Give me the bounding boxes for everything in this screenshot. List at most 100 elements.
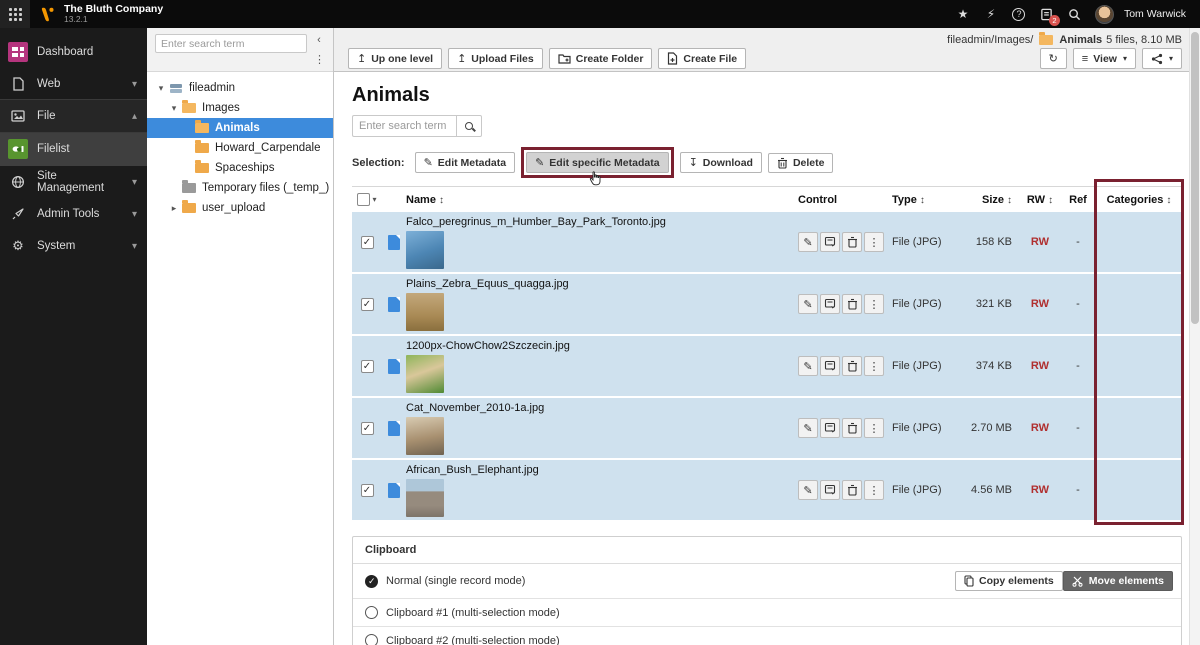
brand[interactable]: The Bluth Company 13.2.1 xyxy=(30,0,173,28)
create-folder-button[interactable]: Create Folder xyxy=(549,48,653,69)
ref-count[interactable]: - xyxy=(1060,236,1096,248)
edit-metadata-button[interactable]: ✎ xyxy=(798,480,818,500)
radio-clipboard-2[interactable] xyxy=(365,634,378,645)
download-button[interactable]: ↧ Download xyxy=(680,152,762,173)
ref-count[interactable]: - xyxy=(1060,360,1096,372)
radio-normal-selected[interactable] xyxy=(365,575,378,588)
more-options-button[interactable]: ⋮ xyxy=(864,294,884,314)
ref-count[interactable]: - xyxy=(1060,298,1096,310)
sidebar-item-dashboard[interactable]: Dashboard xyxy=(0,36,147,68)
sort-icon[interactable]: ↕ xyxy=(1048,195,1053,206)
delete-button[interactable]: Delete xyxy=(768,153,834,173)
username[interactable]: Tom Warwick xyxy=(1118,8,1190,20)
header-name[interactable]: Name↕ xyxy=(406,194,798,206)
expand-open-icon[interactable]: ▾ xyxy=(155,83,167,94)
paste-button[interactable] xyxy=(820,294,840,314)
help-button[interactable]: ? xyxy=(1007,2,1031,26)
collapse-tree-button[interactable]: ‹ xyxy=(311,34,327,46)
table-row[interactable]: ✓ Plains_Zebra_Equus_quagga.jpg ✎ ⋮ File… xyxy=(352,274,1182,334)
ref-count[interactable]: - xyxy=(1060,484,1096,496)
select-all-checkbox[interactable] xyxy=(357,193,370,206)
tree-item-user-upload[interactable]: ▸ user_upload xyxy=(147,198,333,218)
header-type[interactable]: Type↕ xyxy=(892,194,960,206)
ref-count[interactable]: - xyxy=(1060,422,1096,434)
thumbnail-zebra[interactable] xyxy=(406,293,444,331)
row-checkbox[interactable]: ✓ xyxy=(361,360,374,373)
sidebar-item-admin-tools[interactable]: Admin Tools ▾ xyxy=(0,198,147,230)
table-row[interactable]: ✓ Cat_November_2010-1a.jpg ✎ ⋮ File (JPG… xyxy=(352,398,1182,458)
delete-button[interactable] xyxy=(842,232,862,252)
radio-clipboard-1[interactable] xyxy=(365,606,378,619)
edit-metadata-button[interactable]: ✎ xyxy=(798,418,818,438)
scrollbar[interactable] xyxy=(1189,28,1200,645)
delete-button[interactable] xyxy=(842,418,862,438)
sidebar-item-file[interactable]: File ▴ xyxy=(0,100,147,132)
search-submit-button[interactable] xyxy=(456,115,482,137)
tree-item-temporary-files[interactable]: Temporary files (_temp_) xyxy=(147,178,333,198)
file-name[interactable]: African_Bush_Elephant.jpg xyxy=(406,464,798,476)
edit-metadata-button[interactable]: ✎ xyxy=(798,356,818,376)
file-name[interactable]: Cat_November_2010-1a.jpg xyxy=(406,402,798,414)
header-size[interactable]: Size↕ xyxy=(960,194,1020,206)
copy-elements-button[interactable]: Copy elements xyxy=(955,571,1063,591)
search-button[interactable] xyxy=(1063,2,1087,26)
row-checkbox[interactable]: ✓ xyxy=(361,422,374,435)
table-row[interactable]: ✓ 1200px-ChowChow2Szczecin.jpg ✎ ⋮ File … xyxy=(352,336,1182,396)
sort-icon[interactable]: ↕ xyxy=(439,195,444,206)
app-switcher-button[interactable] xyxy=(0,0,30,28)
edit-metadata-button[interactable]: ✎ xyxy=(798,232,818,252)
sidebar-item-site-management[interactable]: Site Management ▾ xyxy=(0,166,147,198)
more-options-button[interactable]: ⋮ xyxy=(864,418,884,438)
paste-button[interactable] xyxy=(820,356,840,376)
more-options-button[interactable]: ⋮ xyxy=(864,480,884,500)
bookmark-button[interactable]: ★ xyxy=(951,2,975,26)
tree-item-spaceships[interactable]: Spaceships xyxy=(147,158,333,178)
paste-button[interactable] xyxy=(820,480,840,500)
delete-button[interactable] xyxy=(842,294,862,314)
tree-item-fileadmin[interactable]: ▾ fileadmin xyxy=(147,78,333,98)
header-ref[interactable]: Ref xyxy=(1060,194,1096,206)
file-name[interactable]: Falco_peregrinus_m_Humber_Bay_Park_Toron… xyxy=(406,216,798,228)
more-options-button[interactable]: ⋮ xyxy=(864,356,884,376)
sidebar-item-filelist[interactable]: Filelist xyxy=(0,132,147,166)
delete-button[interactable] xyxy=(842,356,862,376)
thumbnail-chow-dog[interactable] xyxy=(406,355,444,393)
scrollbar-thumb[interactable] xyxy=(1191,32,1199,324)
edit-metadata-button[interactable]: ✎ xyxy=(798,294,818,314)
share-dropdown-button[interactable]: ▾ xyxy=(1142,48,1182,69)
tree-item-howard-carpendale[interactable]: Howard_Carpendale xyxy=(147,138,333,158)
create-file-button[interactable]: Create File xyxy=(658,48,746,69)
delete-button[interactable] xyxy=(842,480,862,500)
expand-closed-icon[interactable]: ▸ xyxy=(168,203,180,214)
view-dropdown-button[interactable]: ≡ View ▾ xyxy=(1073,48,1136,69)
search-input[interactable] xyxy=(352,115,456,137)
more-options-button[interactable]: ⋮ xyxy=(864,232,884,252)
up-one-level-button[interactable]: ↥ Up one level xyxy=(348,48,442,69)
paste-button[interactable] xyxy=(820,232,840,252)
avatar[interactable] xyxy=(1095,5,1114,24)
upload-files-button[interactable]: ↥ Upload Files xyxy=(448,48,543,69)
file-name[interactable]: Plains_Zebra_Equus_quagga.jpg xyxy=(406,278,798,290)
caret-down-icon[interactable]: ▾ xyxy=(372,195,376,204)
tree-item-animals[interactable]: Animals xyxy=(147,118,333,138)
shortcut-button[interactable]: ⚡ xyxy=(979,2,1003,26)
tree-item-images[interactable]: ▾ Images xyxy=(147,98,333,118)
sidebar-item-web[interactable]: Web ▾ xyxy=(0,68,147,100)
edit-metadata-button[interactable]: ✎ Edit Metadata xyxy=(415,152,515,173)
thumbnail-falcon[interactable] xyxy=(406,231,444,269)
header-categories[interactable]: Categories↕ xyxy=(1096,194,1182,206)
notifications-button[interactable]: 2 xyxy=(1035,2,1059,26)
refresh-button[interactable]: ↻ xyxy=(1040,48,1067,69)
table-row[interactable]: ✓ Falco_peregrinus_m_Humber_Bay_Park_Tor… xyxy=(352,212,1182,272)
tree-menu-button[interactable]: ⋮ xyxy=(155,53,327,66)
thumbnail-elephant[interactable] xyxy=(406,479,444,517)
paste-button[interactable] xyxy=(820,418,840,438)
sort-icon[interactable]: ↕ xyxy=(920,195,925,206)
move-elements-button[interactable]: Move elements xyxy=(1063,571,1173,591)
sort-icon[interactable]: ↕ xyxy=(1007,195,1012,206)
row-checkbox[interactable]: ✓ xyxy=(361,236,374,249)
row-checkbox[interactable]: ✓ xyxy=(361,298,374,311)
edit-specific-metadata-button[interactable]: ✎ Edit specific Metadata xyxy=(526,152,669,173)
row-checkbox[interactable]: ✓ xyxy=(361,484,374,497)
header-rw[interactable]: RW↕ xyxy=(1020,194,1060,206)
